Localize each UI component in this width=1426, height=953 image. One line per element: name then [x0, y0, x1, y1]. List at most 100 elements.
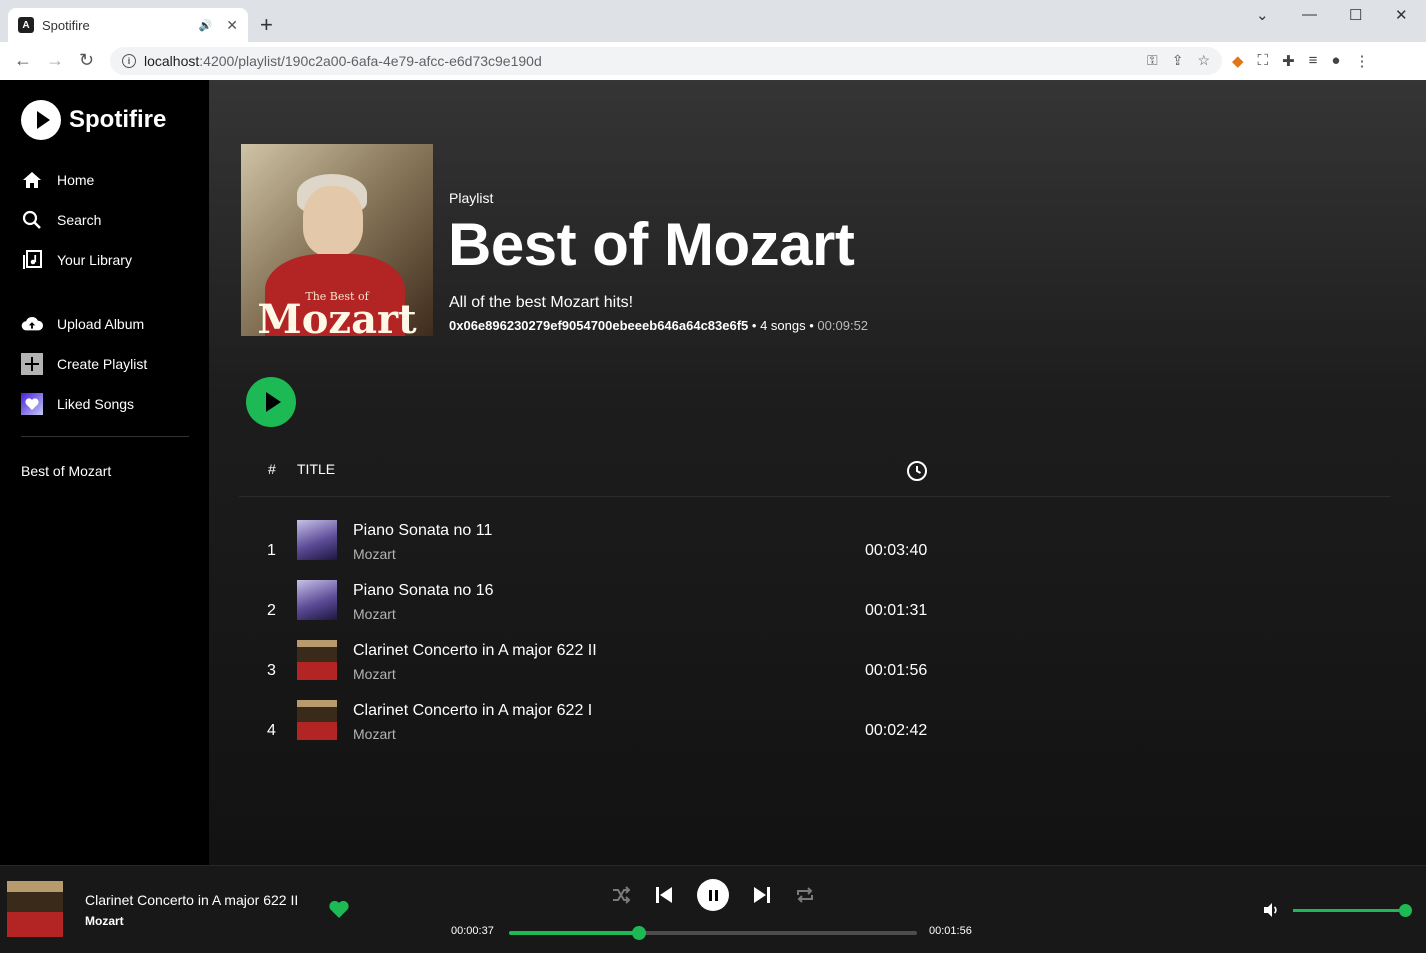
- speaker-icon[interactable]: 🔊: [199, 19, 213, 32]
- repeat-icon[interactable]: [794, 884, 816, 906]
- previous-track-icon[interactable]: [653, 884, 675, 906]
- nav-library[interactable]: Your Library: [21, 249, 132, 271]
- pause-button[interactable]: [697, 879, 729, 911]
- star-icon[interactable]: ☆: [1197, 52, 1210, 69]
- cover-title: Mozart: [257, 296, 417, 336]
- track-cover: [297, 640, 337, 680]
- track-artist[interactable]: Mozart: [353, 606, 396, 622]
- table-row[interactable]: 3 Clarinet Concerto in A major 622 II Moza…: [239, 640, 939, 700]
- cloud-upload-icon: [21, 313, 43, 335]
- app-logo[interactable]: Spotifire: [21, 100, 166, 140]
- metamask-fox-icon[interactable]: ◆: [1232, 52, 1244, 70]
- total-time: 00:01:56: [929, 925, 972, 937]
- url-path: :4200/playlist/190c2a00-6afa-4e79-afcc-e…: [199, 53, 542, 69]
- nav-search[interactable]: Search: [21, 209, 101, 231]
- upload-album-label: Upload Album: [57, 316, 145, 332]
- omnibox-actions: ⚿ ⇪ ☆: [1147, 52, 1210, 69]
- search-icon: [21, 209, 43, 231]
- progress-fill: [509, 931, 639, 935]
- close-tab-icon[interactable]: ✕: [226, 17, 238, 34]
- now-playing-cover: [7, 881, 63, 937]
- extensions-bar: ◆ ⛶ ✚ ≡ ● ⋮: [1232, 52, 1369, 70]
- logo-play-icon: [21, 100, 61, 140]
- key-icon[interactable]: ⚿: [1147, 52, 1158, 69]
- tab-strip: A Spotifire 🔊 ✕ + ⌄ — ☐ ✕: [0, 0, 1426, 42]
- track-number: 4: [267, 722, 276, 739]
- menu-kebab-icon[interactable]: ⋮: [1354, 52, 1369, 70]
- track-artist[interactable]: Mozart: [353, 546, 396, 562]
- playlist-description: All of the best Mozart hits!: [449, 294, 634, 311]
- liked-songs-label: Liked Songs: [57, 396, 135, 412]
- logo-text: Spotifire: [69, 106, 167, 133]
- liked-songs-button[interactable]: Liked Songs: [21, 393, 134, 415]
- now-playing-artist[interactable]: Mozart: [85, 914, 124, 928]
- track-artist[interactable]: Mozart: [353, 726, 396, 742]
- track-title: Piano Sonata no 16: [353, 582, 494, 599]
- nav-home-label: Home: [57, 172, 95, 188]
- column-header-title: TITLE: [297, 461, 336, 477]
- table-row[interactable]: 4 Clarinet Concerto in A major 622 I Mozar…: [239, 700, 939, 760]
- forward-arrow-icon[interactable]: →: [46, 50, 64, 71]
- sidebar: Spotifire Home Search Your Library Uploa…: [0, 80, 209, 865]
- track-duration: 00:02:42: [865, 722, 928, 739]
- table-row[interactable]: 2 Piano Sonata no 16 Mozart 00:01:31: [239, 580, 939, 640]
- track-cover: [297, 520, 337, 560]
- track-number: 1: [267, 542, 276, 559]
- column-header-number: #: [268, 461, 276, 477]
- site-info-icon[interactable]: i: [122, 54, 136, 68]
- total-duration: 00:09:52: [817, 318, 869, 333]
- maximize-icon[interactable]: ☐: [1349, 6, 1362, 24]
- progress-handle[interactable]: [631, 926, 646, 940]
- browser-chrome: A Spotifire 🔊 ✕ + ⌄ — ☐ ✕ ← → ↻ i localh…: [0, 0, 1426, 80]
- play-playlist-button[interactable]: [246, 377, 296, 427]
- track-number: 3: [267, 662, 276, 679]
- track-title: Clarinet Concerto in A major 622 I: [353, 702, 593, 719]
- back-arrow-icon[interactable]: ←: [14, 50, 32, 71]
- minimize-icon[interactable]: —: [1302, 6, 1317, 23]
- volume-handle[interactable]: [1399, 904, 1412, 917]
- create-playlist-button[interactable]: Create Playlist: [21, 353, 147, 375]
- playlist-meta: 0x06e896230279ef9054700ebeeeb646a64c83e6…: [449, 318, 869, 333]
- track-title: Piano Sonata no 11: [353, 522, 493, 539]
- nav-home[interactable]: Home: [21, 169, 94, 191]
- library-icon: [21, 249, 43, 271]
- table-row[interactable]: 1 Piano Sonata no 11 Mozart 00:03:40: [239, 520, 939, 580]
- browser-tab[interactable]: A Spotifire 🔊 ✕: [8, 8, 248, 42]
- like-heart-icon[interactable]: [328, 899, 350, 924]
- upload-album-button[interactable]: Upload Album: [21, 313, 144, 335]
- sidebar-playlist-link[interactable]: Best of Mozart: [21, 463, 111, 479]
- media-control-icon[interactable]: ≡: [1309, 52, 1318, 70]
- profile-avatar-icon[interactable]: ●: [1331, 52, 1340, 70]
- main-content: The Best of Mozart Playlist Best of Moza…: [209, 80, 1426, 865]
- volume-fill: [1293, 909, 1405, 912]
- table-header-divider: [239, 496, 1391, 497]
- track-artist[interactable]: Mozart: [353, 666, 396, 682]
- share-icon[interactable]: ⇪: [1172, 52, 1184, 69]
- tab-search-chevron-icon[interactable]: ⌄: [1256, 6, 1269, 24]
- new-tab-button[interactable]: +: [260, 14, 273, 36]
- track-number: 2: [267, 602, 276, 619]
- progress-bar[interactable]: [509, 926, 917, 940]
- track-duration: 00:03:40: [865, 542, 928, 559]
- reload-icon[interactable]: ↻: [79, 50, 94, 71]
- playlist-owner[interactable]: 0x06e896230279ef9054700ebeeeb646a64c83e6…: [449, 318, 748, 333]
- home-icon: [21, 169, 43, 191]
- track-duration: 00:01:56: [865, 662, 928, 679]
- volume-icon[interactable]: [1262, 901, 1280, 924]
- playlist-cover-image: The Best of Mozart: [241, 144, 433, 336]
- current-time: 00:00:37: [451, 925, 494, 937]
- shuffle-icon[interactable]: [610, 884, 632, 906]
- next-track-icon[interactable]: [751, 884, 773, 906]
- screenshot-icon[interactable]: ⛶: [1258, 52, 1269, 70]
- nav-library-label: Your Library: [57, 252, 132, 268]
- create-playlist-label: Create Playlist: [57, 356, 148, 372]
- angular-favicon-icon: A: [18, 17, 34, 33]
- address-bar[interactable]: i localhost:4200/playlist/190c2a00-6afa-…: [110, 47, 1222, 75]
- now-playing-title[interactable]: Clarinet Concerto in A major 622 II: [85, 892, 298, 908]
- track-cover: [297, 580, 337, 620]
- puzzle-extensions-icon[interactable]: ✚: [1282, 52, 1295, 70]
- close-window-icon[interactable]: ✕: [1395, 6, 1408, 24]
- song-count: 4 songs: [760, 318, 806, 333]
- plus-icon: [21, 353, 43, 375]
- volume-slider[interactable]: [1293, 904, 1412, 917]
